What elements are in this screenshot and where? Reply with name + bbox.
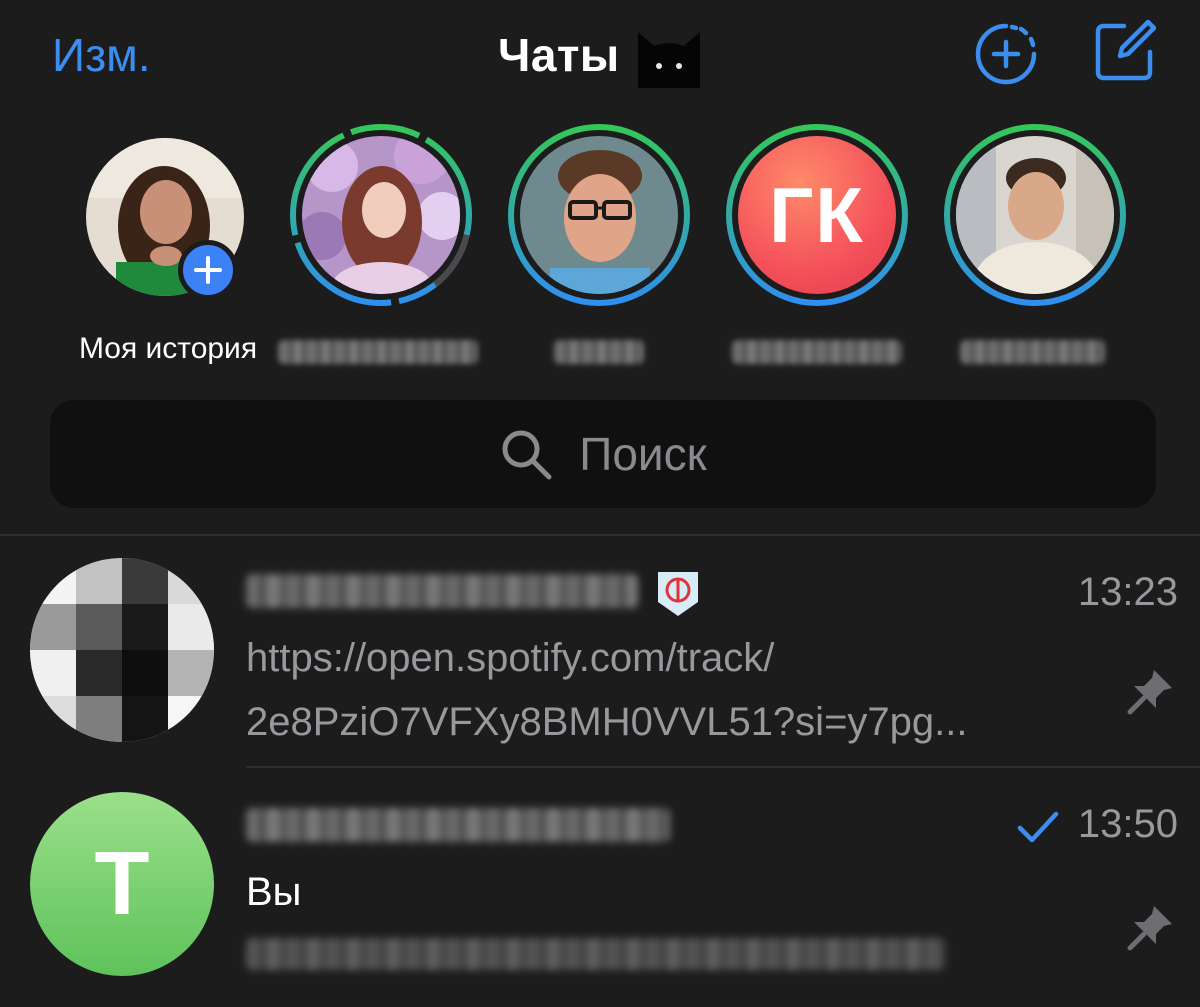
contact-avatar xyxy=(302,136,460,294)
chat-row[interactable]: 13:23 https://open.spotify.com/track/ 2e… xyxy=(0,536,1200,768)
add-story-icon[interactable] xyxy=(974,22,1038,86)
chat-title-hidden xyxy=(246,574,638,608)
chat-avatar xyxy=(30,558,214,742)
chat-avatar-initial: Т xyxy=(30,792,214,976)
story-contact[interactable]: ГК xyxy=(722,120,922,370)
search-placeholder: Поиск xyxy=(579,428,707,480)
story-contact[interactable] xyxy=(940,120,1140,370)
chat-time: 13:50 xyxy=(1077,802,1178,846)
story-name-hidden xyxy=(554,340,644,364)
title-wrap: Чаты xyxy=(498,22,704,88)
black-cat-icon xyxy=(637,32,700,88)
edit-button[interactable]: Изм. xyxy=(52,28,151,82)
rebel-alliance-badge-icon xyxy=(658,572,698,616)
chat-title-hidden xyxy=(246,808,670,842)
plus-icon xyxy=(194,256,222,284)
pin-icon xyxy=(1127,906,1172,951)
add-story-badge[interactable] xyxy=(178,240,238,300)
search-icon xyxy=(502,430,552,480)
story-my[interactable]: Моя история xyxy=(70,120,270,370)
chat-row[interactable]: Т 13:50 Вы xyxy=(0,768,1200,1007)
story-contact[interactable] xyxy=(278,120,486,370)
chat-message-line2: 2e8PziO7VFXy8BMH0VVL51?si=y7pg... xyxy=(246,700,968,744)
chat-sender: Вы xyxy=(246,870,302,914)
chat-time: 13:23 xyxy=(1077,570,1178,614)
my-story-label: Моя история xyxy=(78,332,258,365)
story-name-hidden xyxy=(278,340,478,364)
contact-avatar xyxy=(956,136,1114,294)
chat-message-line1: https://open.spotify.com/track/ xyxy=(246,636,775,680)
top-bar: Изм. Чаты xyxy=(0,0,1200,110)
contact-avatar-initials: ГК xyxy=(738,136,896,294)
pin-icon xyxy=(1127,670,1172,715)
story-contact[interactable] xyxy=(504,120,704,370)
contact-avatar xyxy=(520,136,678,294)
checkmark-icon xyxy=(1017,811,1059,843)
chat-preview-hidden xyxy=(246,938,946,970)
page-title: Чаты xyxy=(498,29,620,81)
compose-icon[interactable] xyxy=(1094,18,1156,82)
story-name-hidden xyxy=(732,340,902,364)
search-field[interactable]: Поиск xyxy=(50,400,1156,508)
stories-row: Моя история ГК xyxy=(0,120,1200,380)
story-name-hidden xyxy=(960,340,1105,364)
